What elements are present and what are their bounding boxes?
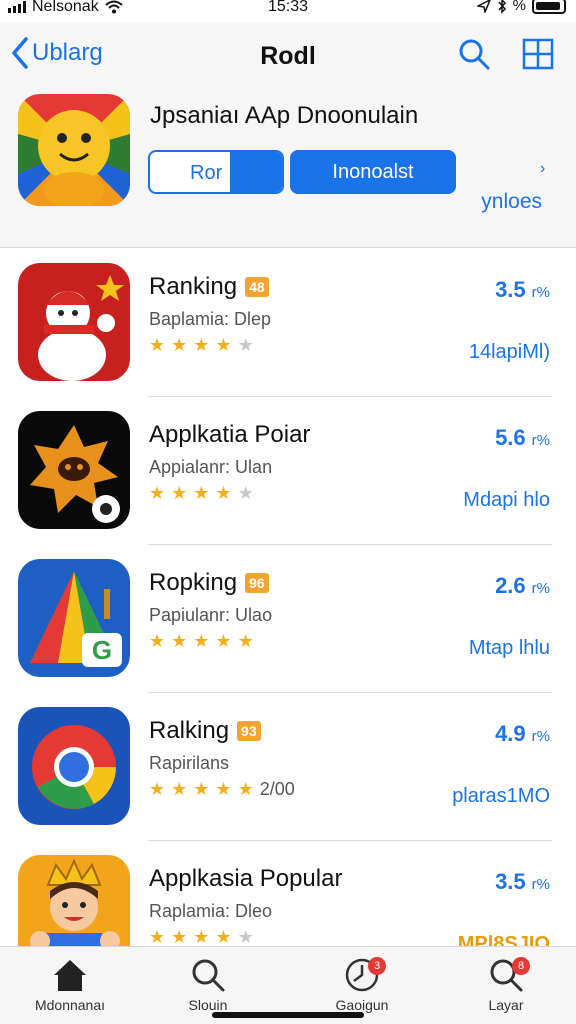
star-filled-icon: ★ (215, 927, 232, 947)
featured-outline-label: Ror (190, 162, 223, 184)
star-filled-icon: ★ (171, 335, 188, 355)
app-subtitle: Papiulanr: Ulao (149, 605, 273, 625)
list-item[interactable]: Applkatia Poiar Appialanr: Ulan ★ ★ ★ ★ ★ 5.… (0, 397, 576, 545)
status-percent: % (512, 0, 526, 14)
battery-icon (532, 0, 566, 14)
list-item[interactable]: Ralking 93 Rapirilans ★ ★ ★ ★ ★ 2/00 4.9 r% pla… (0, 693, 576, 841)
star-filled-icon: ★ (215, 631, 232, 651)
list-item[interactable]: G Ropking 96 Papiulanr: Ulao ★ ★ ★ ★ ★ 2.6 r% … (0, 545, 576, 693)
app-size: 14lapiMl) (468, 341, 550, 363)
search-icon (192, 959, 225, 992)
star-filled-icon: ★ (215, 483, 232, 503)
tab-label: Gaoigun (335, 997, 389, 1013)
app-rating: 4.9 r% (495, 721, 550, 746)
nav-actions (456, 36, 556, 72)
star-filled-icon: ★ (171, 631, 188, 651)
star-filled-icon: ★ (237, 779, 254, 799)
search-icon[interactable] (456, 36, 492, 72)
tab-search[interactable]: Slouin (148, 955, 268, 1013)
star-filled-icon: ★ (193, 927, 210, 947)
app-name: Ranking 48 (149, 273, 269, 301)
rating-count: 2/00 (259, 779, 295, 799)
tab-label: Layar (488, 997, 524, 1013)
featured-title: Jpsaniaı AAp Dnoonulain (150, 102, 419, 129)
app-subtitle: Baplamia: Dlep (149, 309, 272, 329)
button-fill-segment (230, 152, 282, 192)
rank-badge: 48 (245, 277, 269, 297)
star-filled-icon: ★ (149, 779, 166, 799)
star-rating: ★ ★ ★ ★ ★ (149, 483, 254, 504)
app-size: Mdapi hlo (463, 489, 550, 511)
tab-updates[interactable]: 3 Gaoigun (302, 955, 422, 1013)
rank-badge: 96 (245, 573, 269, 593)
star-filled-icon: ★ (237, 631, 254, 651)
app-subtitle: Rapirilans (149, 753, 230, 773)
featured-app-icon[interactable] (18, 94, 130, 206)
bluetooth-icon (498, 0, 506, 14)
grid-icon[interactable] (520, 36, 556, 72)
home-icon (54, 960, 86, 991)
app-name: Applkasia Popular (149, 865, 343, 892)
app-subtitle: Raplamia: Dleo (149, 901, 273, 921)
navigation-bar: Ublarg Rodl (0, 22, 576, 88)
notification-badge: 8 (512, 957, 530, 975)
app-rating: 3.5 r% (495, 277, 550, 302)
home-indicator (212, 1012, 364, 1018)
star-empty-icon: ★ (237, 927, 254, 947)
star-filled-icon: ★ (215, 335, 232, 355)
app-list: Ranking 48 Baplamia: Dlep ★ ★ ★ ★ ★ 3.5 r% 14l… (0, 249, 576, 989)
star-filled-icon: ★ (193, 631, 210, 651)
star-monster-icon (18, 411, 130, 529)
svg-text:G: G (92, 635, 112, 665)
triangle-g-icon: G (18, 559, 130, 677)
star-filled-icon: ★ (193, 483, 210, 503)
featured-install-button[interactable]: Inonoalst (290, 150, 456, 194)
chrome-icon (18, 707, 130, 825)
status-bar: Nelsonak 15:33 % (0, 0, 576, 18)
app-name: Applkatia Poiar (149, 421, 311, 448)
star-rating: ★ ★ ★ ★ ★ (149, 335, 254, 356)
app-size: plaras1MO (452, 785, 550, 807)
tab-home[interactable]: Mdonnanaı (10, 955, 130, 1013)
tab-layar[interactable]: 8 Layar (446, 955, 566, 1013)
star-filled-icon: ★ (171, 779, 188, 799)
star-filled-icon: ★ (149, 483, 166, 503)
app-name: Ropking 96 (149, 569, 269, 597)
app-rating: 2.6 r% (495, 573, 550, 598)
star-rating: ★ ★ ★ ★ ★ (149, 631, 254, 652)
star-empty-icon: ★ (237, 483, 254, 503)
tab-label: Mdonnanaı (34, 997, 106, 1013)
snowman-icon (18, 263, 130, 381)
featured-link[interactable]: ynloes (481, 190, 542, 214)
star-filled-icon: ★ (215, 779, 232, 799)
star-rating: ★ ★ ★ ★ ★ 2/00 (149, 779, 295, 800)
status-right: % (476, 0, 566, 14)
location-icon (476, 0, 491, 13)
app-rating: 3.5 r% (495, 869, 550, 894)
app-rating: 5.6 r% (495, 425, 550, 450)
star-filled-icon: ★ (149, 335, 166, 355)
star-empty-icon: ★ (237, 335, 254, 355)
star-filled-icon: ★ (171, 483, 188, 503)
rank-badge: 93 (237, 721, 261, 741)
tab-bar: Mdonnanaı Slouin 3 Gaoigun 8 Layar (0, 946, 576, 1024)
star-rating: ★ ★ ★ ★ ★ (149, 927, 254, 948)
notification-badge: 3 (368, 957, 386, 975)
list-item[interactable]: Ranking 48 Baplamia: Dlep ★ ★ ★ ★ ★ 3.5 r% 14l… (0, 249, 576, 397)
tab-label: Slouin (188, 997, 228, 1013)
star-filled-icon: ★ (171, 927, 188, 947)
featured-outline-button[interactable]: Ror (148, 150, 284, 194)
app-size: Mtap lhlu (468, 637, 550, 659)
app-name: Ralking 93 (149, 717, 261, 745)
star-filled-icon: ★ (193, 779, 210, 799)
chevron-right-icon[interactable]: › (540, 160, 545, 178)
star-filled-icon: ★ (149, 631, 166, 651)
star-filled-icon: ★ (193, 335, 210, 355)
star-filled-icon: ★ (149, 927, 166, 947)
featured-app-banner: Jpsaniaı AAp Dnoonulain Ror Inonoalst › … (0, 88, 576, 248)
app-subtitle: Appialanr: Ulan (149, 457, 273, 477)
